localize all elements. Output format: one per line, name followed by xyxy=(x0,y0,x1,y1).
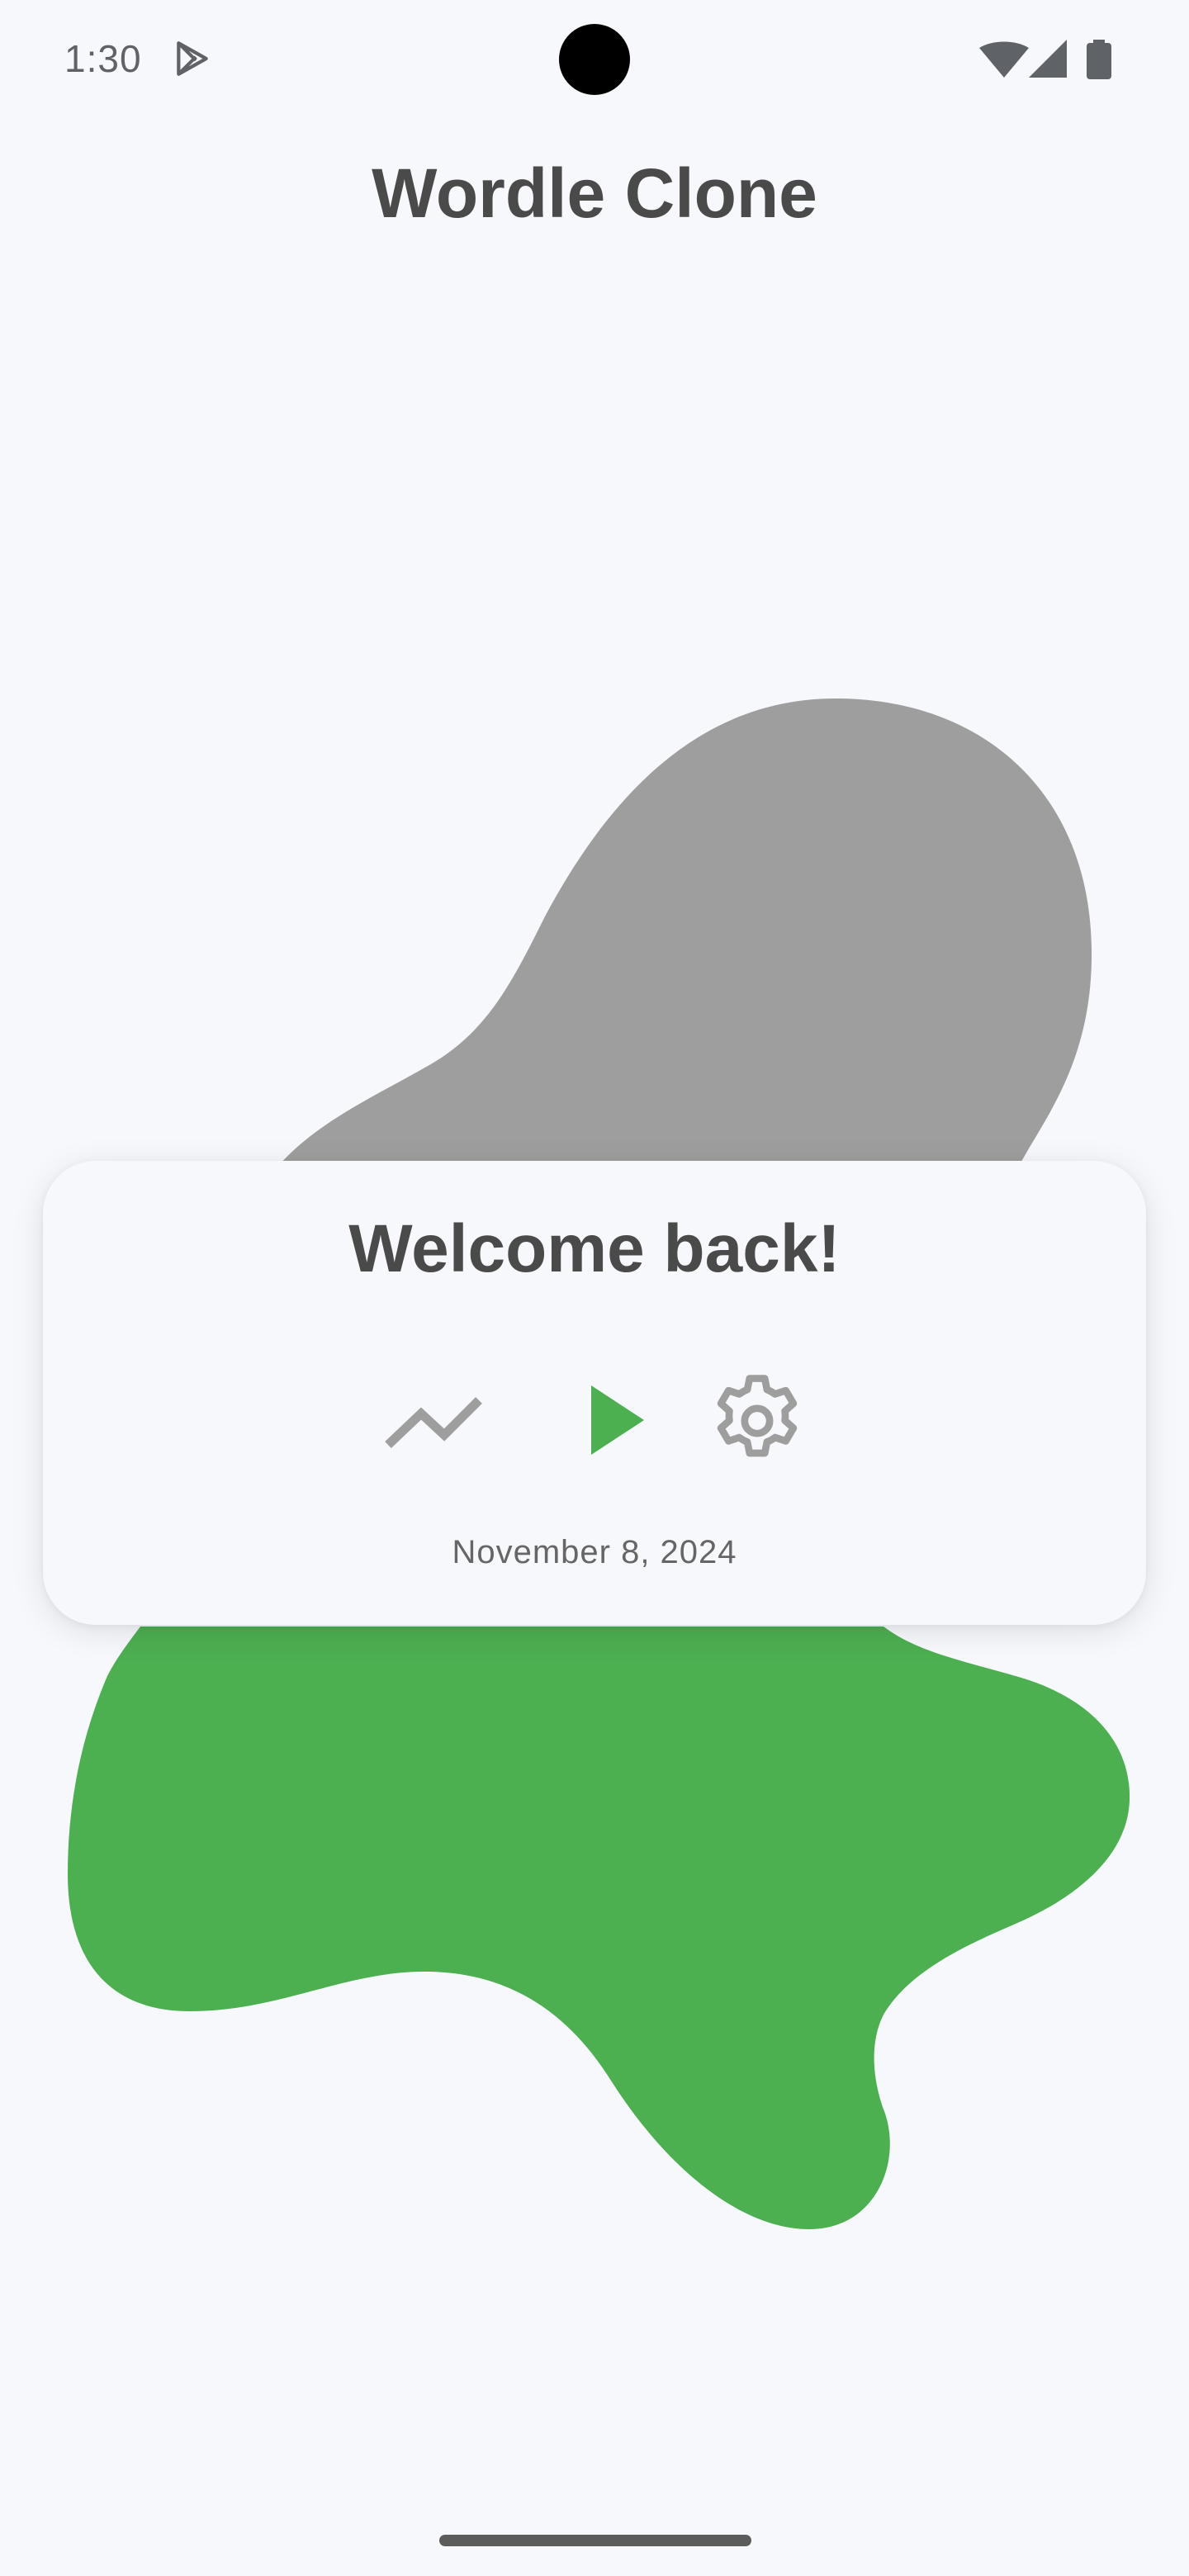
wifi-icon xyxy=(979,41,1029,78)
status-bar: 1:30 xyxy=(0,0,1189,116)
battery-icon xyxy=(1087,40,1111,79)
gray-blob xyxy=(272,698,1092,1172)
welcome-title: Welcome back! xyxy=(348,1211,841,1286)
gear-icon xyxy=(717,1375,798,1457)
home-screen: 1:30 Wordle Clone Welcome back! November… xyxy=(0,0,1189,2576)
status-time: 1:30 xyxy=(64,37,142,80)
play-button[interactable] xyxy=(561,1374,661,1465)
home-indicator[interactable] xyxy=(439,2535,751,2546)
date-label: November 8, 2024 xyxy=(452,1534,737,1570)
signal-icon xyxy=(1029,40,1067,78)
app-title: Wordle Clone xyxy=(372,154,817,232)
trending-up-icon xyxy=(385,1397,482,1448)
green-blob xyxy=(68,1627,1130,2229)
play-icon xyxy=(591,1385,644,1455)
welcome-card: Welcome back! November 8, 2024 xyxy=(43,1161,1146,1625)
settings-button[interactable] xyxy=(703,1367,811,1475)
play-store-icon xyxy=(177,41,208,76)
stats-button[interactable] xyxy=(380,1374,489,1465)
camera-cutout xyxy=(559,24,630,95)
